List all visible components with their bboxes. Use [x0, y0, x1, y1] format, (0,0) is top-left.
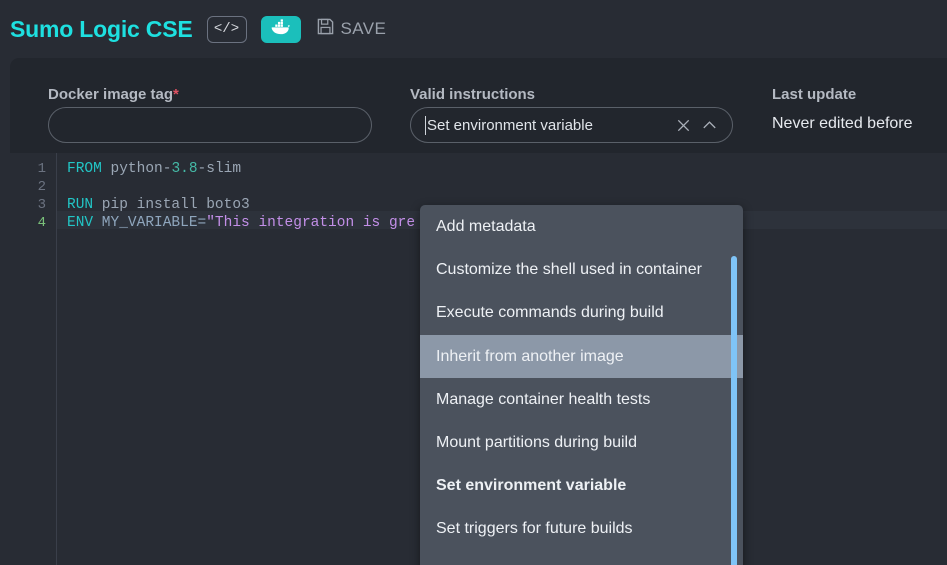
docker-image-tag-input[interactable] — [48, 107, 372, 143]
code-token: RUN — [67, 197, 94, 213]
app-title: Sumo Logic CSE — [10, 15, 193, 42]
top-bar: Sumo Logic CSE </> SAVE — [0, 0, 947, 58]
valid-instructions-label: Valid instructions — [410, 86, 536, 103]
code-token: 3.8 — [171, 161, 198, 177]
line-number: 3 — [37, 197, 46, 213]
dropdown-item[interactable]: Mount partitions during build — [420, 421, 743, 464]
code-view-button[interactable]: </> — [206, 15, 247, 43]
content-card: Docker image tag* Valid instructions Set… — [10, 58, 947, 565]
dropdown-item[interactable]: Set triggers for future builds — [420, 507, 743, 550]
form-row: Docker image tag* Valid instructions Set… — [10, 58, 947, 153]
dropdown-item[interactable]: Manage container health tests — [420, 378, 743, 421]
code-token: MY_VARIABLE= — [93, 215, 207, 231]
code-token: -slim — [197, 161, 242, 177]
code-line: FROM python-3.8-slim — [67, 160, 241, 178]
line-number: 4 — [37, 215, 46, 231]
valid-instructions-dropdown[interactable]: Add metadata Customize the shell used in … — [420, 205, 743, 565]
last-update-value: Never edited before — [772, 115, 913, 132]
valid-instructions-value: Set environment variable — [427, 116, 593, 134]
dropdown-scrollbar-thumb[interactable] — [731, 256, 737, 565]
editor-gutter: 1 2 3 4 — [10, 153, 57, 565]
close-x-icon[interactable] — [670, 112, 696, 138]
code-line: ENV MY_VARIABLE="This integration is gre — [67, 214, 415, 232]
dropdown-item[interactable]: Customize the shell used in container — [420, 248, 743, 291]
line-number: 1 — [37, 161, 46, 177]
valid-instructions-combobox[interactable]: Set environment variable — [410, 107, 733, 143]
code-token: python- — [110, 161, 172, 177]
code-token: "This integration is gre — [206, 215, 416, 231]
code-token: ENV — [67, 215, 94, 231]
chevron-up-icon[interactable] — [696, 112, 722, 138]
dropdown-item[interactable]: Execute commands during build — [420, 291, 743, 334]
text-cursor — [425, 115, 426, 135]
dropdown-item[interactable]: Inherit from another image — [420, 334, 743, 378]
code-token: FROM — [67, 161, 102, 177]
code-token: pip install boto3 — [93, 197, 250, 213]
required-asterisk: * — [173, 86, 179, 103]
line-number: 2 — [37, 179, 46, 195]
docker-view-button[interactable] — [260, 15, 301, 43]
dropdown-item[interactable]: Add metadata — [420, 205, 743, 248]
dropdown-item[interactable]: Set environment variable — [420, 464, 743, 507]
save-button-label: SAVE — [340, 19, 387, 38]
code-line: RUN pip install boto3 — [67, 196, 250, 214]
code-brackets-icon: </> — [213, 21, 240, 37]
dropdown-scrollbar-track[interactable] — [731, 205, 740, 565]
floppy-disk-icon — [317, 18, 334, 40]
last-update-label: Last update — [772, 86, 857, 103]
docker-image-tag-label: Docker image tag* — [48, 86, 179, 103]
docker-whale-icon — [270, 18, 291, 40]
save-button[interactable]: SAVE — [317, 18, 387, 40]
